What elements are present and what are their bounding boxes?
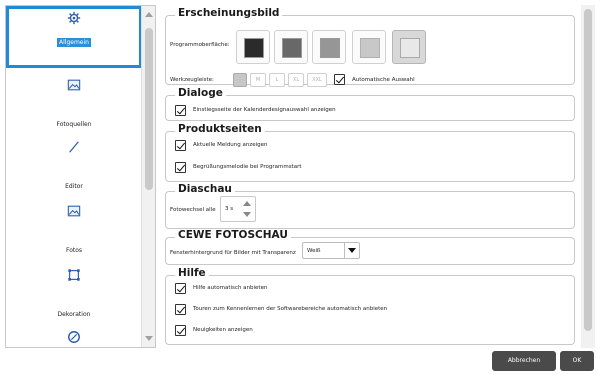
settings-sidebar: Allgemein Fotoquellen Editor Fotos Dekor… (5, 5, 156, 348)
greeting-melody-checkbox[interactable] (175, 162, 186, 173)
toolbar-size-xl-button[interactable]: XL (288, 73, 304, 87)
product-pages-title: Produktseiten (175, 123, 265, 135)
auto-selection-checkbox[interactable] (334, 74, 345, 85)
toolbar-size-l-button[interactable]: L (269, 73, 285, 87)
background-label: Fensterhintergrund für Bilder mit Transp… (170, 250, 296, 256)
content-scrollbar[interactable] (581, 5, 595, 348)
sidebar-item-decoration[interactable]: Dekoration (6, 262, 142, 324)
stepper-up-icon[interactable] (243, 201, 251, 206)
frame-icon (68, 269, 80, 281)
toolbar-label: Werkzeugleiste: (170, 77, 214, 83)
sidebar-item-photos[interactable]: Fotos (6, 198, 142, 260)
sidebar-item-more[interactable] (6, 324, 142, 347)
sidebar-item-photo-sources[interactable]: Fotoquellen (6, 72, 142, 134)
toolbar-size-small-button[interactable] (233, 73, 247, 87)
cewe-fotoschau-group: CEWE FOTOSCHAU Fensterhintergrund für Bi… (165, 229, 575, 265)
background-value: Weiß (307, 248, 321, 254)
surface-dark-gray-button[interactable] (274, 30, 308, 64)
auto-help-label: Hilfe automatisch anbieten (193, 285, 268, 291)
color-swatch (282, 38, 302, 58)
help-group: Hilfe Hilfe automatisch anbieten Touren … (165, 267, 575, 345)
scrollbar-thumb[interactable] (584, 9, 592, 331)
category-list: Allgemein Fotoquellen Editor Fotos Dekor… (6, 6, 142, 347)
news-label: Neuigkeiten anzeigen (193, 327, 253, 333)
color-swatch (320, 38, 340, 58)
toolbar-size-xxl-button[interactable]: XXL (307, 73, 327, 87)
current-notice-label: Aktuelle Meldung anzeigen (193, 142, 268, 148)
settings-content: Erscheinungsbild Programmoberfläche: Wer… (163, 5, 595, 348)
chevron-down-icon[interactable] (344, 243, 359, 258)
current-notice-checkbox[interactable] (175, 140, 186, 151)
cewe-fotoschau-title: CEWE FOTOSCHAU (175, 229, 291, 241)
scroll-up-arrow-icon[interactable] (145, 12, 153, 17)
sidebar-item-label: Dekoration (57, 311, 91, 318)
image-icon (67, 205, 81, 217)
surface-light-gray-button[interactable] (352, 30, 386, 64)
sidebar-item-editor[interactable]: Editor (6, 134, 142, 196)
background-select[interactable]: Weiß (302, 242, 360, 259)
gear-icon (67, 11, 81, 25)
greeting-melody-label: Begrüßungsmelodie bei Programmstart (193, 164, 302, 170)
news-checkbox[interactable] (175, 325, 186, 336)
tours-checkbox[interactable] (175, 304, 186, 315)
stepper-down-icon[interactable] (243, 212, 251, 217)
help-title: Hilfe (175, 267, 209, 279)
color-swatch (360, 38, 380, 58)
product-pages-group: Produktseiten Aktuelle Meldung anzeigen … (165, 123, 575, 182)
scrollbar-thumb[interactable] (145, 28, 153, 190)
surface-gray-button[interactable] (312, 30, 346, 64)
pen-icon (69, 141, 79, 153)
slideshow-title: Diaschau (175, 183, 235, 195)
tours-label: Touren zum Kennenlernen der Softwarebere… (193, 306, 388, 312)
interval-label: Fotowechsel alle (170, 207, 216, 213)
sidebar-item-label: Fotos (65, 247, 83, 254)
surface-label: Programmoberfläche: (170, 42, 230, 48)
appearance-title: Erscheinungsbild (175, 7, 283, 19)
toolbar-size-m-button[interactable]: M (250, 73, 266, 87)
sidebar-item-label: Editor (65, 183, 83, 190)
image-icon (67, 79, 81, 91)
slideshow-group: Diaschau Fotowechsel alle 3 s (165, 183, 575, 229)
cancel-button[interactable]: Abbrechen (492, 351, 556, 371)
ok-button[interactable]: OK (560, 351, 594, 371)
calendar-start-label: Einstiegsseite der Kalenderdesignauswahl… (193, 107, 336, 113)
color-swatch (244, 38, 264, 58)
surface-dark-button[interactable] (236, 30, 270, 64)
appearance-group: Erscheinungsbild Programmoberfläche: Wer… (165, 7, 575, 87)
sidebar-item-label: Fotoquellen (56, 121, 92, 128)
surface-light-button[interactable] (392, 30, 426, 64)
color-swatch (400, 38, 420, 58)
sidebar-scrollbar[interactable] (141, 6, 155, 347)
interval-value: 3 s (225, 206, 234, 212)
dialogs-group: Dialoge Einstiegsseite der Kalenderdesig… (165, 87, 575, 121)
dialogs-title: Dialoge (175, 87, 226, 99)
calendar-start-checkbox[interactable] (175, 105, 186, 116)
auto-selection-label: Automatische Auswahl (352, 77, 415, 83)
scroll-down-arrow-icon[interactable] (145, 336, 153, 341)
interval-stepper[interactable]: 3 s (220, 196, 256, 222)
compass-icon (68, 331, 80, 343)
sidebar-item-label: Allgemein (57, 38, 91, 47)
auto-help-checkbox[interactable] (175, 283, 186, 294)
sidebar-item-general[interactable]: Allgemein (6, 6, 142, 68)
